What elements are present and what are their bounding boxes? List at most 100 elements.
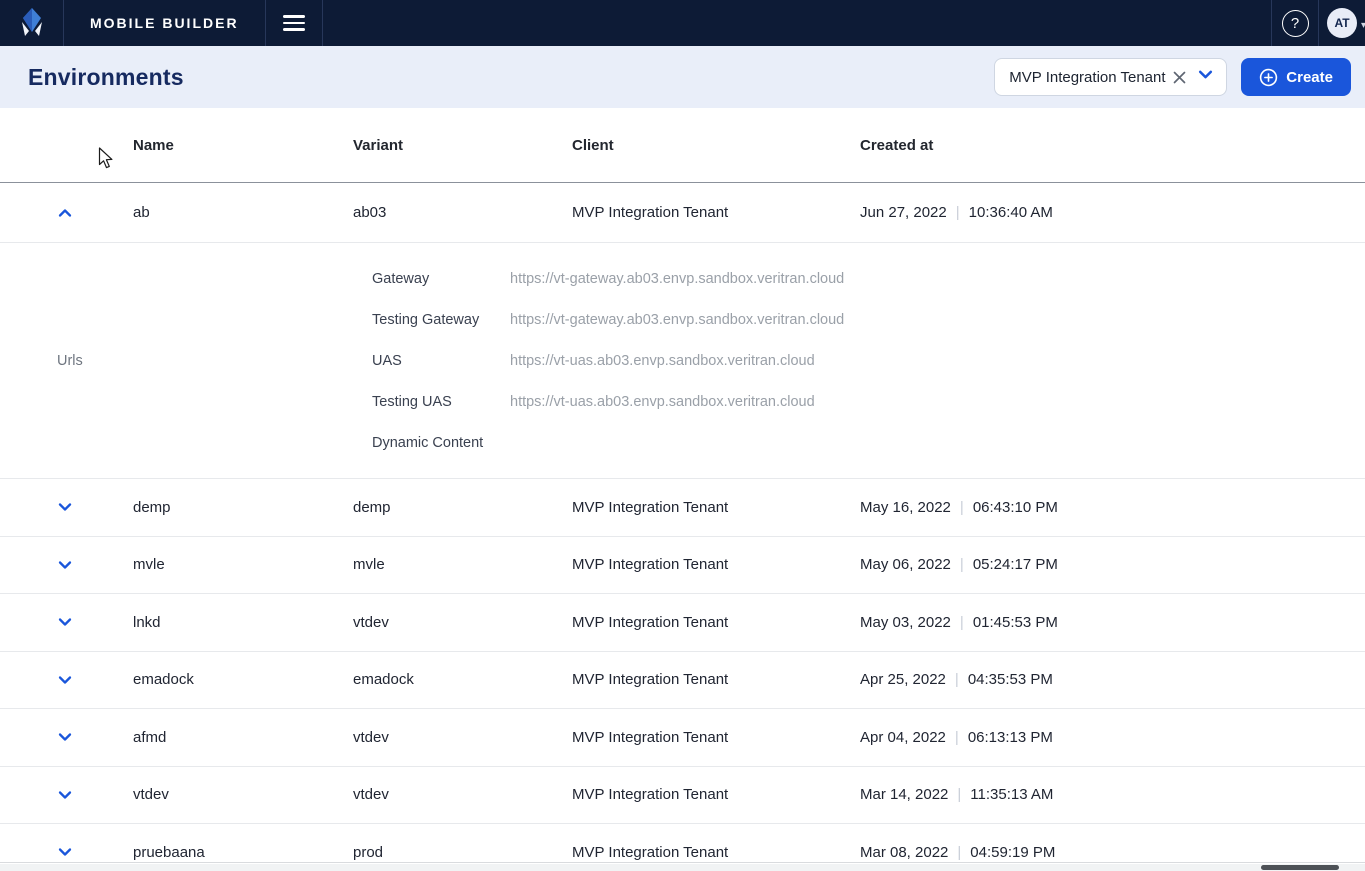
created-time: 11:35:13 AM	[970, 786, 1053, 803]
table-body: ab ab03 MVP Integration Tenant Jun 27, 2…	[0, 183, 1365, 871]
env-client: MVP Integration Tenant	[572, 786, 860, 803]
chevron-icon	[57, 672, 73, 688]
created-time: 10:36:40 AM	[969, 204, 1053, 221]
created-date: May 16, 2022	[860, 499, 951, 516]
date-time-separator: |	[960, 499, 964, 516]
table-row[interactable]: vtdev vtdev MVP Integration Tenant Mar 1…	[0, 767, 1365, 825]
url-value: https://vt-uas.ab03.envp.sandbox.veritra…	[510, 353, 815, 369]
environments-table: Name Variant Client Created at ab ab03 M…	[0, 108, 1365, 871]
date-time-separator: |	[957, 786, 961, 803]
help-button[interactable]: ?	[1271, 0, 1318, 46]
chevron-icon	[57, 499, 73, 515]
env-created-at: May 06, 2022 | 05:24:17 PM	[860, 556, 1365, 573]
clear-filter-icon[interactable]	[1172, 70, 1187, 85]
env-name: demp	[133, 499, 353, 516]
url-label: Dynamic Content	[372, 435, 510, 451]
created-time: 06:43:10 PM	[973, 499, 1058, 516]
env-client: MVP Integration Tenant	[572, 204, 860, 221]
date-time-separator: |	[960, 614, 964, 631]
user-menu-button[interactable]: AT ▾	[1318, 0, 1365, 46]
env-created-at: May 16, 2022 | 06:43:10 PM	[860, 499, 1365, 516]
select-chevron-down-icon[interactable]	[1197, 66, 1214, 88]
env-created-at: Mar 08, 2022 | 04:59:19 PM	[860, 844, 1365, 861]
user-menu-caret-icon: ▾	[1361, 20, 1365, 31]
content-bottom-edge	[0, 862, 1365, 863]
created-time: 06:13:13 PM	[968, 729, 1053, 746]
date-time-separator: |	[956, 204, 960, 221]
urls-section-label: Urls	[57, 353, 83, 369]
env-variant: mvle	[353, 556, 572, 573]
url-list-item: Testing Gateway https://vt-gateway.ab03.…	[372, 299, 1365, 340]
env-created-at: May 03, 2022 | 01:45:53 PM	[860, 614, 1365, 631]
row-expand-toggle[interactable]	[57, 844, 73, 860]
hamburger-icon	[283, 15, 305, 31]
urls-list: Gateway https://vt-gateway.ab03.envp.san…	[372, 258, 1365, 463]
chevron-icon	[57, 557, 73, 573]
column-header-client: Client	[572, 137, 860, 154]
created-date: Mar 08, 2022	[860, 844, 948, 861]
tenant-filter-select[interactable]: MVP Integration Tenant	[994, 58, 1227, 96]
help-icon: ?	[1282, 10, 1309, 37]
row-expand-toggle[interactable]	[57, 205, 73, 221]
env-name: lnkd	[133, 614, 353, 631]
app-logo[interactable]	[0, 0, 64, 46]
create-button[interactable]: Create	[1241, 58, 1351, 96]
created-date: May 03, 2022	[860, 614, 951, 631]
top-navbar: MOBILE BUILDER ? AT ▾	[0, 0, 1365, 46]
env-created-at: Apr 04, 2022 | 06:13:13 PM	[860, 729, 1365, 746]
table-row[interactable]: ab ab03 MVP Integration Tenant Jun 27, 2…	[0, 183, 1365, 243]
table-row[interactable]: lnkd vtdev MVP Integration Tenant May 03…	[0, 594, 1365, 652]
env-name: vtdev	[133, 786, 353, 803]
column-header-created-at: Created at	[860, 137, 1365, 154]
env-client: MVP Integration Tenant	[572, 844, 860, 861]
horizontal-scrollbar[interactable]	[0, 864, 1365, 871]
url-label: Gateway	[372, 271, 510, 287]
url-list-item: Gateway https://vt-gateway.ab03.envp.san…	[372, 258, 1365, 299]
menu-button[interactable]	[266, 0, 323, 46]
url-label: UAS	[372, 353, 510, 369]
navbar-spacer	[323, 0, 1271, 46]
app-title: MOBILE BUILDER	[64, 0, 266, 46]
env-variant: vtdev	[353, 786, 572, 803]
url-value: https://vt-uas.ab03.envp.sandbox.veritra…	[510, 394, 815, 410]
url-list-item: UAS https://vt-uas.ab03.envp.sandbox.ver…	[372, 340, 1365, 381]
created-time: 05:24:17 PM	[973, 556, 1058, 573]
url-value: https://vt-gateway.ab03.envp.sandbox.ver…	[510, 271, 844, 287]
chevron-icon	[57, 844, 73, 860]
env-variant: vtdev	[353, 729, 572, 746]
chevron-icon	[57, 729, 73, 745]
url-label: Testing UAS	[372, 394, 510, 410]
table-row[interactable]: demp demp MVP Integration Tenant May 16,…	[0, 479, 1365, 537]
env-name: afmd	[133, 729, 353, 746]
env-name: ab	[133, 204, 353, 221]
created-date: Mar 14, 2022	[860, 786, 948, 803]
table-row[interactable]: mvle mvle MVP Integration Tenant May 06,…	[0, 537, 1365, 595]
created-date: Apr 04, 2022	[860, 729, 946, 746]
env-variant: emadock	[353, 671, 572, 688]
row-expand-toggle[interactable]	[57, 614, 73, 630]
chevron-icon	[57, 787, 73, 803]
row-expand-toggle[interactable]	[57, 672, 73, 688]
env-variant: demp	[353, 499, 572, 516]
url-list-item: Dynamic Content	[372, 422, 1365, 463]
env-created-at: Apr 25, 2022 | 04:35:53 PM	[860, 671, 1365, 688]
page-header: Environments MVP Integration Tenant Crea…	[0, 46, 1365, 108]
table-row[interactable]: afmd vtdev MVP Integration Tenant Apr 04…	[0, 709, 1365, 767]
created-date: Jun 27, 2022	[860, 204, 947, 221]
url-label: Testing Gateway	[372, 312, 510, 328]
row-expand-toggle[interactable]	[57, 557, 73, 573]
horizontal-scrollbar-thumb[interactable]	[1261, 865, 1339, 870]
avatar: AT	[1327, 8, 1357, 38]
env-client: MVP Integration Tenant	[572, 614, 860, 631]
env-name: pruebaana	[133, 844, 353, 861]
header-actions: MVP Integration Tenant Create	[994, 58, 1351, 96]
row-expand-toggle[interactable]	[57, 499, 73, 515]
row-expand-toggle[interactable]	[57, 729, 73, 745]
row-expand-toggle[interactable]	[57, 787, 73, 803]
page-title: Environments	[28, 64, 184, 91]
created-time: 04:35:53 PM	[968, 671, 1053, 688]
table-row[interactable]: emadock emadock MVP Integration Tenant A…	[0, 652, 1365, 710]
date-time-separator: |	[957, 844, 961, 861]
created-time: 01:45:53 PM	[973, 614, 1058, 631]
create-button-label: Create	[1286, 69, 1333, 86]
